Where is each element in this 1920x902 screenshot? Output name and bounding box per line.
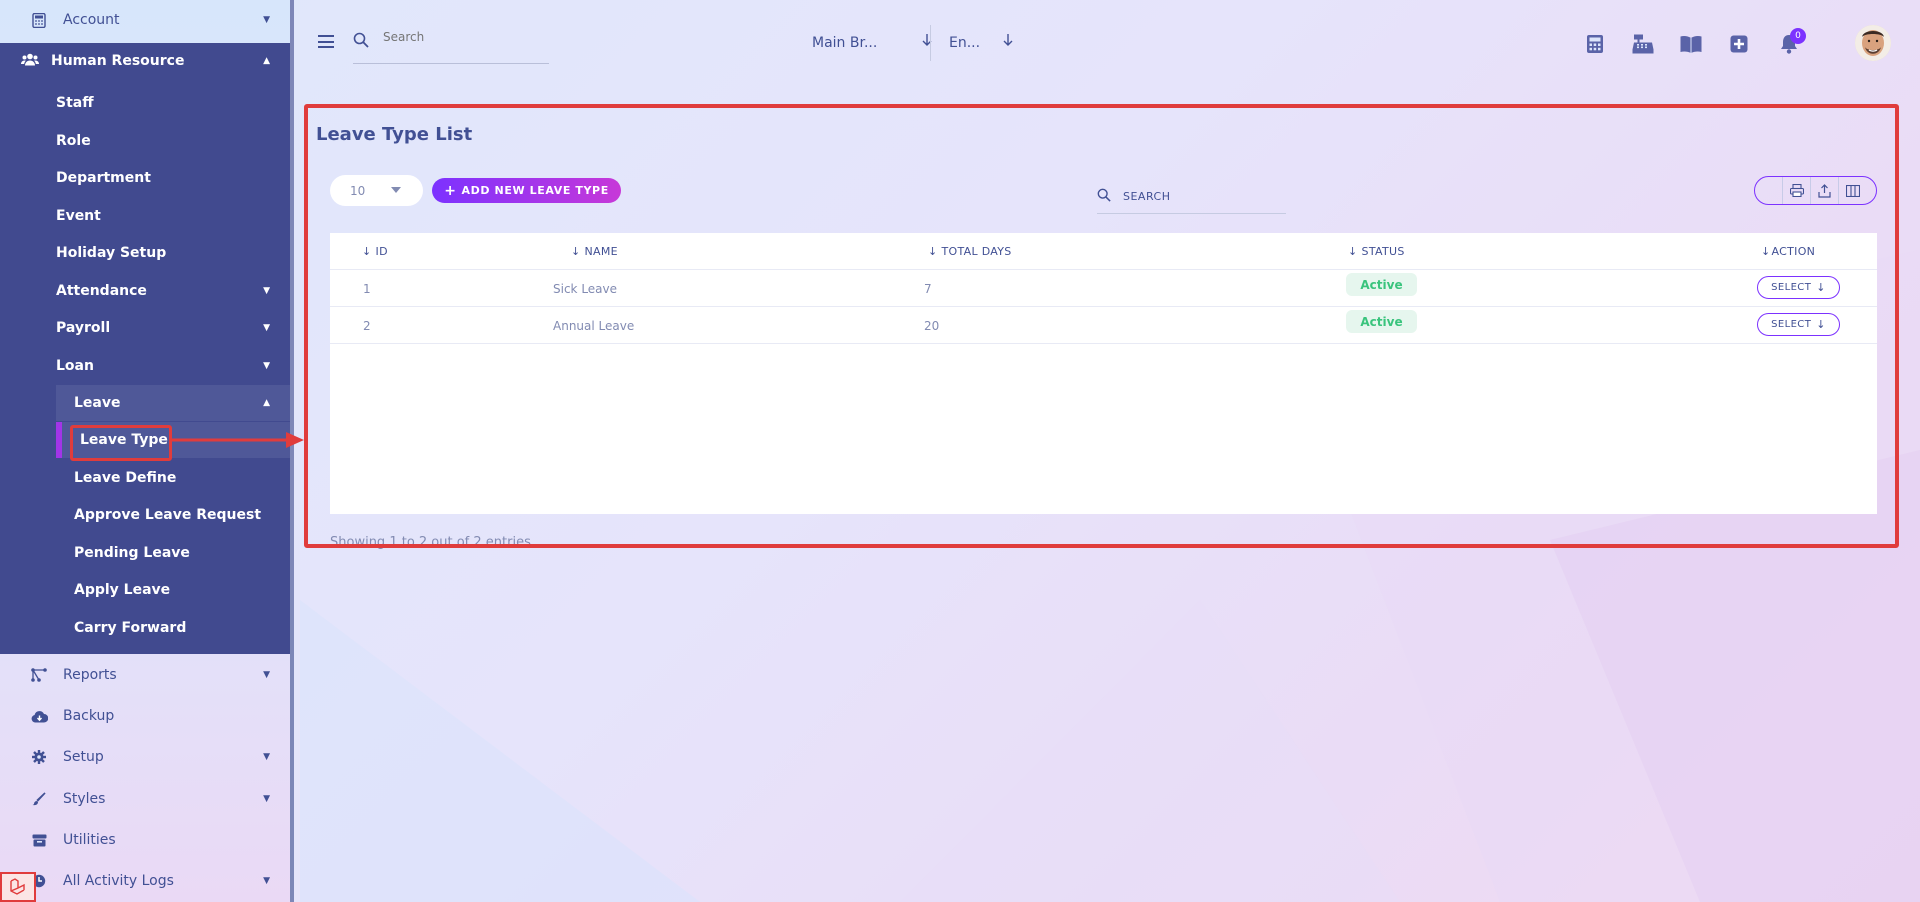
- sidebar-item-label: Approve Leave Request: [74, 507, 262, 523]
- sidebar-item-staff[interactable]: Staff: [0, 85, 290, 121]
- sidebar-item-department[interactable]: Department: [0, 160, 290, 196]
- users-icon: [21, 53, 39, 70]
- highlight-box-leave-type: [70, 425, 172, 461]
- sidebar-item-label: Backup: [63, 708, 115, 724]
- hamburger-menu-icon[interactable]: [318, 35, 334, 48]
- cash-register-icon[interactable]: [1632, 34, 1654, 58]
- sidebar-item-account[interactable]: Account ▼: [0, 1, 290, 39]
- sidebar-item-payroll[interactable]: Payroll ▼: [0, 310, 290, 346]
- calculator-icon[interactable]: [1586, 34, 1604, 58]
- sidebar-item-label: Leave Define: [74, 470, 177, 486]
- search-input[interactable]: [383, 30, 533, 44]
- box-icon: [30, 831, 48, 849]
- sidebar-item-label: All Activity Logs: [63, 873, 174, 889]
- chevron-down-icon: ▼: [263, 286, 270, 296]
- sidebar-item-human-resource[interactable]: Human Resource ▲: [0, 43, 290, 79]
- sidebar-item-label: Loan: [56, 358, 94, 374]
- sidebar-item-label: Carry Forward: [74, 620, 187, 636]
- brush-icon: [30, 790, 48, 808]
- sidebar-item-label: Reports: [63, 667, 117, 683]
- avatar[interactable]: [1855, 25, 1891, 61]
- chevron-up-icon: ▲: [263, 398, 270, 408]
- sidebar-item-leave-define[interactable]: Leave Define: [0, 460, 290, 496]
- chevron-down-icon: ▼: [263, 876, 270, 886]
- reports-icon: [30, 666, 48, 684]
- language-select-value: En...: [949, 35, 981, 51]
- sidebar-item-utilities[interactable]: Utilities: [0, 821, 290, 859]
- sidebar-item-label: Holiday Setup: [56, 245, 167, 261]
- sidebar-item-label: Utilities: [63, 832, 116, 848]
- sidebar-item-label: Staff: [56, 95, 94, 111]
- sidebar-item-approve-leave-request[interactable]: Approve Leave Request: [0, 497, 290, 533]
- sidebar-item-event[interactable]: Event: [0, 198, 290, 234]
- sidebar-item-label: Pending Leave: [74, 545, 190, 561]
- sidebar-item-carry-forward[interactable]: Carry Forward: [0, 610, 290, 646]
- annotation-arrow-icon: [172, 432, 304, 448]
- chevron-down-icon: ▼: [263, 323, 270, 333]
- plus-square-icon[interactable]: [1730, 35, 1748, 57]
- sidebar-item-setup[interactable]: Setup ▼: [0, 738, 290, 776]
- sidebar-item-backup[interactable]: Backup: [0, 697, 290, 735]
- sidebar-item-holiday-setup[interactable]: Holiday Setup: [0, 235, 290, 271]
- sidebar-item-label: Leave: [74, 395, 121, 411]
- language-select[interactable]: En...: [949, 31, 1013, 55]
- calculator-icon: [30, 11, 48, 29]
- sidebar-item-role[interactable]: Role: [0, 123, 290, 159]
- gear-icon: [30, 748, 48, 766]
- topbar-divider: [930, 25, 931, 61]
- branch-select[interactable]: Main Br...: [812, 31, 932, 55]
- notification-badge: 0: [1790, 28, 1806, 44]
- book-icon[interactable]: [1680, 35, 1702, 57]
- sidebar-item-label: Apply Leave: [74, 582, 171, 598]
- sidebar-item-label: Human Resource: [51, 53, 185, 69]
- sidebar-item-apply-leave[interactable]: Apply Leave: [0, 572, 290, 608]
- chevron-up-icon: ▲: [263, 56, 270, 66]
- bell-icon[interactable]: 0: [1780, 28, 1806, 58]
- sidebar-item-label: Payroll: [56, 320, 111, 336]
- sidebar-item-label: Account: [63, 12, 120, 28]
- chevron-down-icon: ▼: [263, 794, 270, 804]
- arrow-down-icon: [1003, 33, 1013, 51]
- sidebar-item-label: Attendance: [56, 283, 147, 299]
- sidebar-item-label: Styles: [63, 791, 106, 807]
- cloud-download-icon: [30, 707, 48, 725]
- topbar: Main Br... En... 0: [298, 0, 1920, 80]
- sidebar-item-styles[interactable]: Styles ▼: [0, 780, 290, 818]
- branch-select-value: Main Br...: [812, 35, 878, 51]
- sidebar-item-reports[interactable]: Reports ▼: [0, 656, 290, 694]
- sidebar-item-label: Role: [56, 133, 91, 149]
- chevron-down-icon: ▼: [263, 15, 270, 25]
- search-icon: [353, 32, 369, 52]
- sidebar-item-label: Event: [56, 208, 101, 224]
- top-search[interactable]: [353, 30, 549, 64]
- chevron-down-icon: ▼: [263, 361, 270, 371]
- sidebar-item-all-activity-logs[interactable]: All Activity Logs ▼: [0, 862, 290, 900]
- chevron-down-icon: ▼: [263, 752, 270, 762]
- sidebar-item-pending-leave[interactable]: Pending Leave: [0, 535, 290, 571]
- sidebar-item-attendance[interactable]: Attendance ▼: [0, 273, 290, 309]
- sidebar-item-loan[interactable]: Loan ▼: [0, 348, 290, 384]
- highlight-box-panel: [304, 104, 1899, 548]
- sidebar-item-label: Setup: [63, 749, 104, 765]
- chevron-down-icon: ▼: [263, 670, 270, 680]
- sidebar-item-label: Department: [56, 170, 151, 186]
- sidebar-item-leave[interactable]: Leave ▲: [56, 385, 290, 421]
- laravel-logo-icon: [0, 872, 36, 902]
